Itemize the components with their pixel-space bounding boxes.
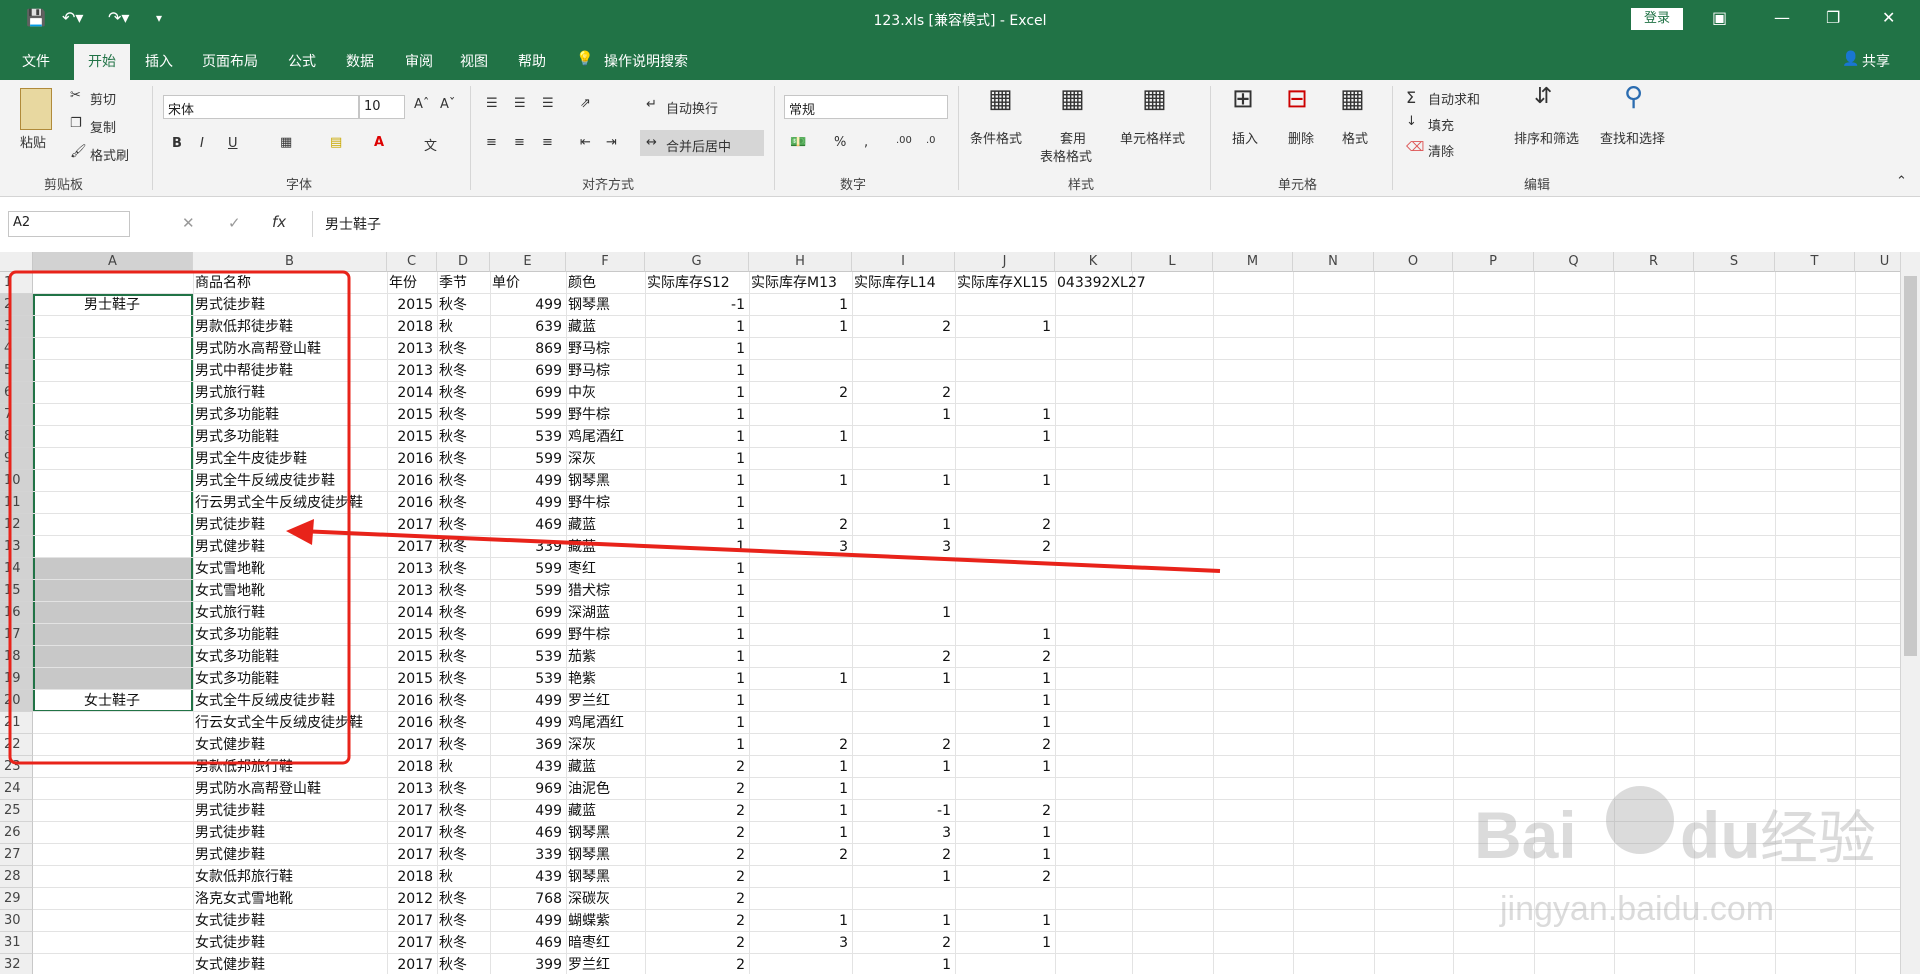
annotation-arrow-line	[299, 529, 1221, 573]
annotation-overlay: Bai du 经验 jingyan.baidu.com	[8, 270, 1876, 928]
watermark-url: jingyan.baidu.com	[1499, 890, 1774, 928]
baidu-watermark: Bai du 经验 jingyan.baidu.com	[1474, 786, 1876, 928]
watermark-text-bai: Bai	[1474, 798, 1577, 872]
annotation-arrow-head	[286, 519, 314, 545]
watermark-text-du: du	[1680, 798, 1761, 872]
watermark-paw-icon	[1606, 786, 1674, 854]
watermark-text-cn: 经验	[1760, 804, 1876, 872]
highlight-rectangle	[8, 270, 351, 765]
